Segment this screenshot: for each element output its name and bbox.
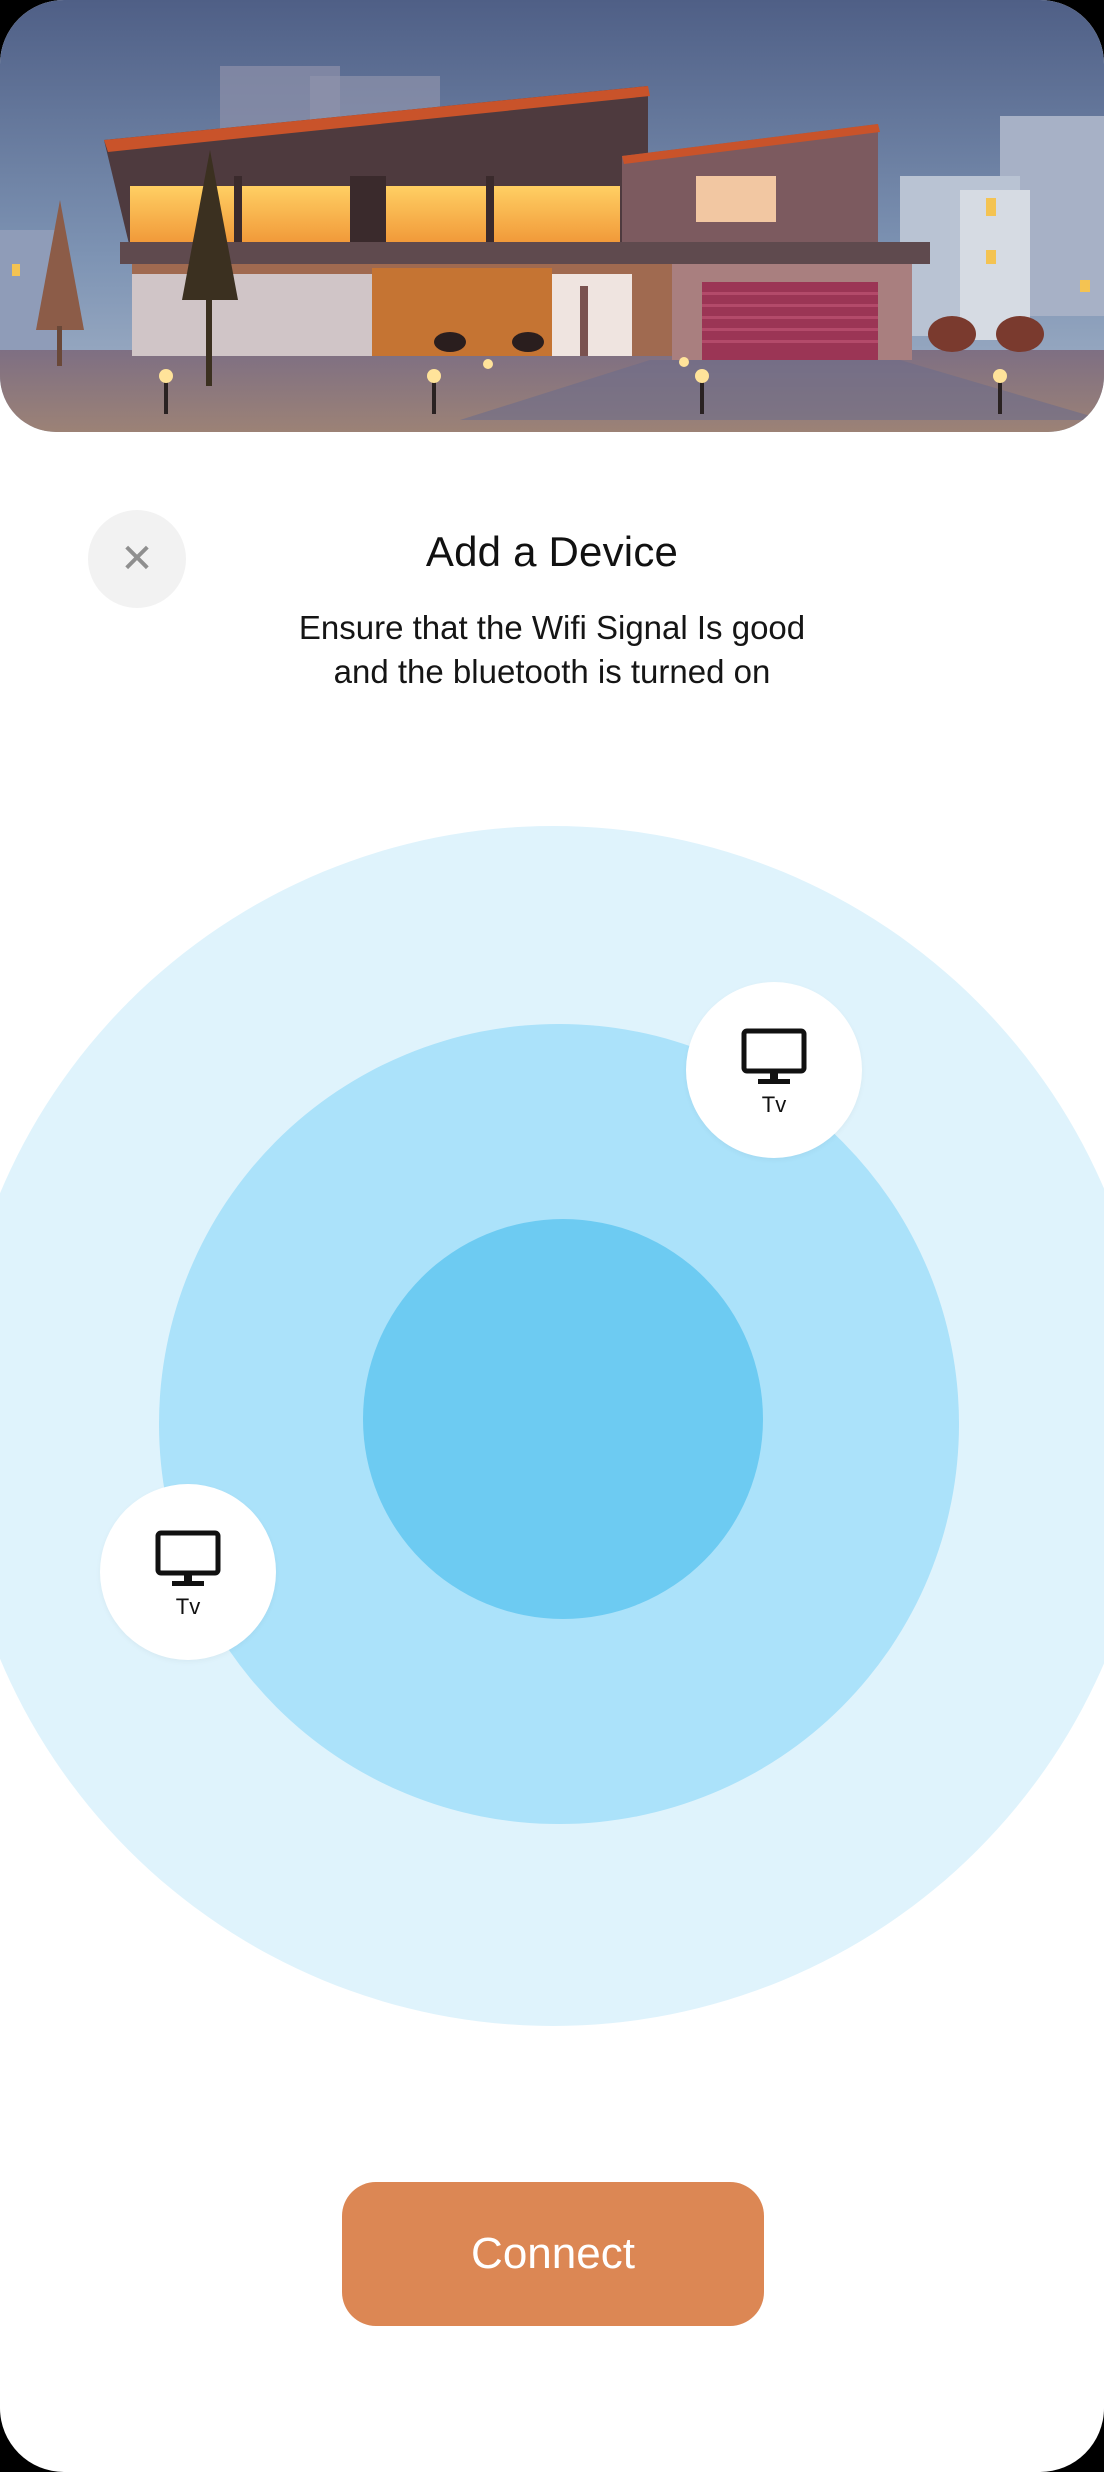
page-title: Add a Device [425,528,679,575]
add-device-screen: ✕ Add a Device Ensure that the Wifi Sign… [0,0,1104,2472]
subtitle-line-1: Ensure that the Wifi Signal Is good [298,609,806,646]
connect-button-label: Connect [471,2229,635,2278]
device-label: Tv [761,1092,787,1117]
connect-button[interactable]: Connect [342,2182,764,2326]
radar-outer-ring [0,826,1104,2026]
house-illustration [0,0,1104,432]
radar-middle-ring [159,1024,959,1824]
subtitle-line-2: and the bluetooth is turned on [333,653,771,690]
device-tv-2[interactable]: Tv [100,1484,276,1660]
radar-inner-ring [363,1219,763,1619]
page-subtitle: Ensure that the Wifi Signal Is good and … [200,606,904,694]
device-tv-1[interactable]: Tv [686,982,862,1158]
tv-icon [741,1028,807,1084]
tv-icon [155,1530,221,1586]
device-label: Tv [175,1594,201,1619]
